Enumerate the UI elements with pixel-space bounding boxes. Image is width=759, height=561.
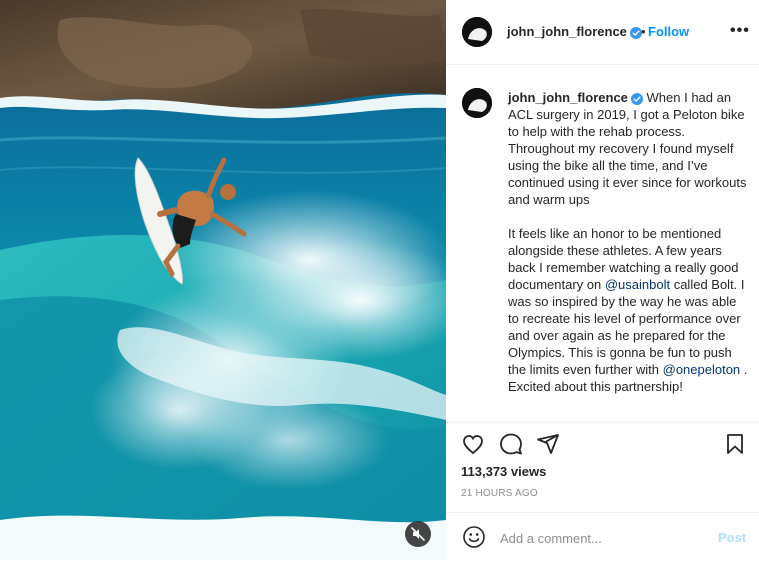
post-header: john_john_florence • Follow •••	[446, 0, 759, 65]
verified-badge-icon	[630, 92, 643, 105]
share-icon[interactable]	[536, 432, 560, 456]
mention-link-usainbolt[interactable]: @usainbolt	[605, 277, 670, 292]
post-panel: john_john_florence • Follow ••• john_joh…	[446, 0, 759, 560]
avatar-image	[462, 88, 492, 118]
post-comment-button[interactable]: Post	[718, 530, 746, 545]
surf-video-frame	[0, 0, 446, 560]
comment-bar: Post	[446, 512, 759, 561]
post-timestamp[interactable]: 21 HOURS AGO	[461, 488, 538, 499]
caption-paragraph-2: It feels like an honor to be mentioned a…	[508, 225, 750, 395]
action-bar	[446, 422, 759, 462]
more-options-button[interactable]: •••	[730, 22, 750, 40]
post-media[interactable]	[0, 0, 446, 560]
bookmark-icon[interactable]	[723, 432, 747, 456]
comment-input[interactable]	[498, 527, 702, 549]
avatar[interactable]	[462, 17, 492, 47]
views-count[interactable]: 113,373 views	[461, 464, 546, 479]
caption-paragraph-1: john_john_florence When I had an ACL sur…	[508, 89, 750, 208]
caption-text: john_john_florence When I had an ACL sur…	[508, 89, 750, 395]
comment-icon[interactable]	[499, 432, 523, 456]
header-username[interactable]: john_john_florence	[507, 24, 642, 39]
separator-dot: •	[641, 24, 646, 39]
caption-body-1: When I had an ACL surgery in 2019, I got…	[508, 90, 747, 207]
mention-link-onepeloton[interactable]: @onepeloton	[663, 362, 741, 377]
emoji-icon[interactable]	[462, 525, 486, 549]
mute-toggle[interactable]	[405, 521, 431, 547]
avatar-image	[462, 17, 492, 47]
caption-username[interactable]: john_john_florence	[508, 90, 628, 105]
avatar[interactable]	[462, 88, 492, 118]
audio-muted-icon	[411, 527, 425, 541]
caption-section: john_john_florence When I had an ACL sur…	[446, 64, 759, 423]
follow-button[interactable]: Follow	[648, 24, 689, 39]
heart-icon[interactable]	[461, 432, 485, 456]
